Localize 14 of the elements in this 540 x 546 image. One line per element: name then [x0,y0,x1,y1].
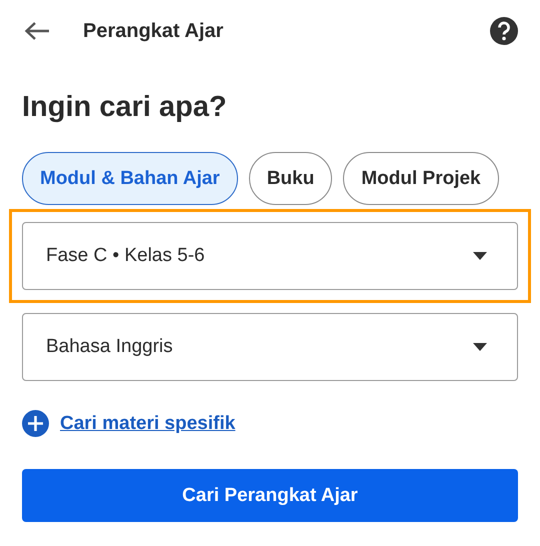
caret-icon [473,343,487,351]
specific-material-link[interactable]: Cari materi spesifik [60,412,236,434]
search-button[interactable]: Cari Perangkat Ajar [22,469,518,522]
filter-chip[interactable]: Modul & Bahan Ajar [22,152,238,205]
page-title: Perangkat Ajar [83,20,224,42]
caret-icon [473,252,487,260]
dropdown-field[interactable]: Bahasa Inggris [22,313,518,381]
add-icon[interactable] [22,410,49,437]
filter-chip[interactable]: Buku [248,152,332,205]
back-arrow-icon[interactable] [24,21,50,41]
help-icon[interactable] [490,17,518,45]
dropdown-field[interactable]: Fase C • Kelas 5-6 [22,222,518,290]
section-heading: Ingin cari apa? [22,90,228,125]
filter-chip[interactable]: Modul Projek [343,152,499,205]
